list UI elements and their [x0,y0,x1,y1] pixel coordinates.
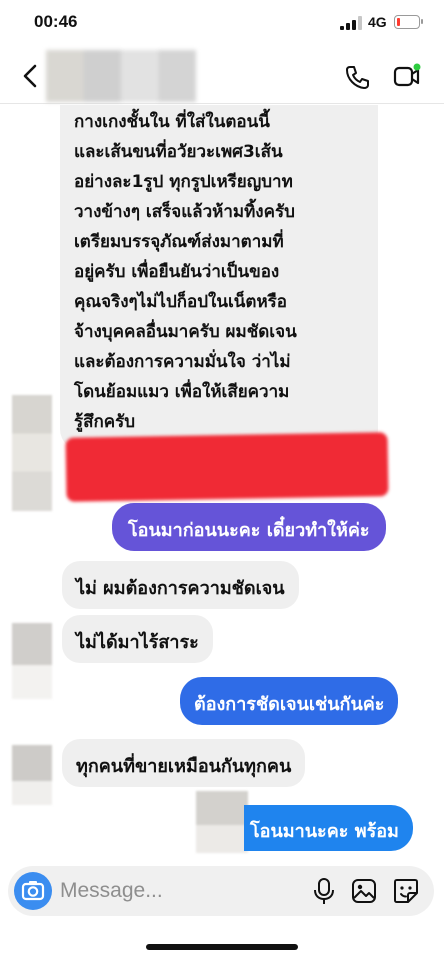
redaction-overlay [196,791,248,853]
image-icon[interactable] [351,878,377,904]
video-camera-icon[interactable] [392,62,422,90]
sender-avatar-redacted [12,623,52,699]
battery-level [396,17,400,26]
phone-icon[interactable] [344,64,370,90]
chat-header [0,48,444,104]
incoming-message: ไม่ได้มาไร้สาระ [62,615,213,663]
incoming-message: ไม่ ผมต้องการความชัดเจน [62,561,299,609]
outgoing-message: โอนมานะคะ พร้อม [244,805,413,851]
sender-avatar-redacted [12,745,52,805]
sender-avatar-redacted [12,395,52,511]
battery-low-icon [394,15,423,29]
outgoing-message: โอนมาก่อนนะคะ เดี๋ยวทำให้ค่ะ [112,503,386,551]
message-input[interactable] [60,866,290,916]
cellular-signal-icon [340,16,362,30]
incoming-message-long: กางเกงชั้นใน ที่ใส่ในตอนนี้ และเส้นขนที่… [60,105,378,451]
message-thread[interactable]: กางเกงชั้นใน ที่ใส่ในตอนนี้ และเส้นขนที่… [0,105,444,860]
status-time: 00:46 [34,12,78,31]
outgoing-message: ต้องการชัดเจนเช่นกันค่ะ [180,677,399,725]
home-indicator[interactable] [146,944,298,950]
camera-icon[interactable] [14,872,52,910]
network-type: 4G [368,14,387,30]
sticker-icon[interactable] [392,877,420,905]
microphone-icon[interactable] [312,877,336,905]
status-bar: 00:46 4G [0,0,444,48]
redacted-message [65,432,389,502]
message-composer [8,866,434,916]
incoming-message: ทุกคนที่ขายเหมือนกันทุกคน [62,739,306,787]
chevron-left-icon[interactable] [20,62,42,90]
contact-name-redacted[interactable] [46,50,196,102]
